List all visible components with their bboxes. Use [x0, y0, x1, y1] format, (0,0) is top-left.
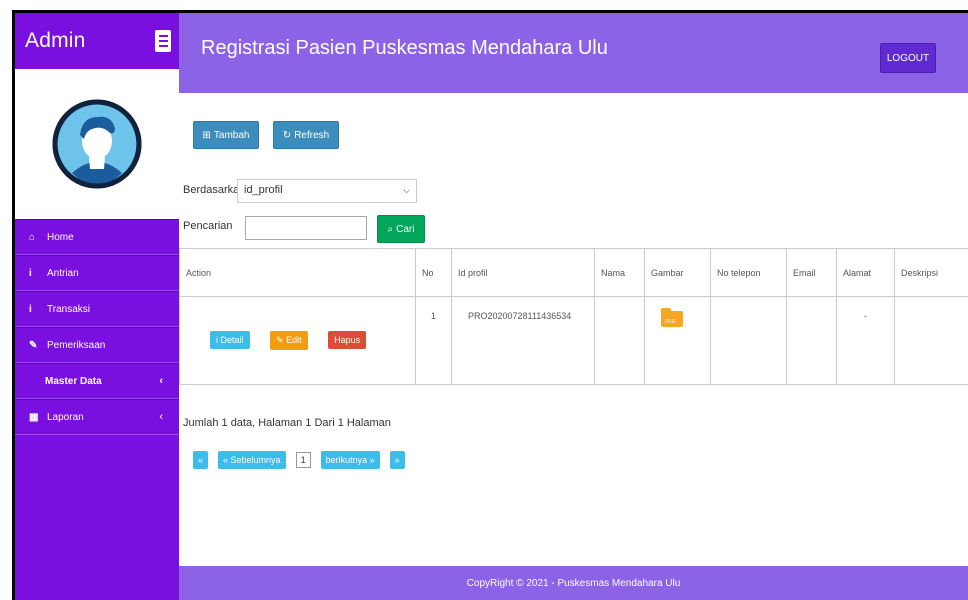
sidebar-item-home[interactable]: ⌂ Home	[15, 219, 179, 255]
column-header: Nama	[594, 248, 645, 297]
footer: CopyRight © 2021 - Puskesmas Mendahara U…	[179, 566, 968, 600]
app-frame: Admin ⌂ Home i Antrian i Transaksi ✎ Pemerik…	[12, 10, 968, 600]
sidebar-item-label: Pemeriksaan	[47, 339, 106, 351]
cell-alamat: -	[836, 296, 895, 385]
first-page-button[interactable]: «	[193, 451, 209, 469]
current-page[interactable]: 1	[295, 452, 311, 468]
refresh-label: Refresh	[294, 129, 330, 141]
column-header: Deskripsi	[894, 248, 968, 297]
edit-icon: ✎	[276, 335, 287, 345]
tambah-label: Tambah	[213, 129, 250, 141]
column-header: Action	[179, 248, 416, 297]
data-table: Action No Id profil Nama Gambar No telep…	[179, 248, 968, 385]
edit-label: Edit	[286, 335, 302, 345]
hapus-button[interactable]: Hapus	[328, 331, 367, 349]
pagination: « « Sebelumnya 1 berikutnya » »	[193, 451, 405, 469]
edit-icon: ✎	[29, 339, 38, 351]
search-label: Pencarian	[183, 220, 233, 232]
page-header: Registrasi Pasien Puskesmas Mendahara Ul…	[179, 13, 968, 93]
calendar-icon: ▦	[29, 411, 39, 423]
filter-select[interactable]: id_profil ⌵	[237, 179, 417, 203]
cell-deskripsi	[894, 296, 968, 385]
logout-button[interactable]: LOGOUT	[880, 43, 936, 73]
search-icon: ⌕	[387, 223, 394, 235]
tambah-button[interactable]: ⊞ Tambah	[193, 121, 259, 149]
search-input[interactable]	[245, 216, 367, 240]
detail-button[interactable]: i Detail	[210, 331, 250, 349]
edit-button[interactable]: ✎ Edit	[270, 331, 308, 350]
cell-no-telepon	[710, 296, 787, 385]
sidebar-item-antrian[interactable]: i Antrian	[15, 255, 179, 291]
action-cell: i Detail ✎ Edit Hapus	[179, 296, 416, 385]
sidebar-nav: ⌂ Home i Antrian i Transaksi ✎ Pemeriksaan M…	[15, 219, 179, 435]
folder-icon[interactable]: FILE	[661, 308, 683, 327]
avatar-panel	[15, 69, 179, 219]
sidebar-item-laporan[interactable]: ▦ Laporan ‹	[15, 399, 179, 435]
menu-toggle-icon[interactable]	[155, 30, 171, 52]
info-icon: i	[29, 303, 32, 315]
sidebar-item-pemeriksaan[interactable]: ✎ Pemeriksaan	[15, 327, 179, 363]
sidebar: Admin ⌂ Home i Antrian i Transaksi ✎ Pemerik…	[15, 13, 179, 600]
avatar	[52, 99, 142, 189]
column-header: Email	[786, 248, 837, 297]
last-page-button[interactable]: »	[389, 451, 405, 469]
sidebar-item-master-data[interactable]: Master Data ‹	[15, 363, 179, 399]
prev-page-button[interactable]: « Sebelumnya	[218, 451, 286, 469]
column-header: Id profil	[451, 248, 595, 297]
home-icon: ⌂	[29, 231, 36, 243]
cell-email	[786, 296, 837, 385]
refresh-icon: ↻	[282, 129, 292, 141]
filter-value: id_profil	[244, 184, 283, 196]
detail-label: Detail	[220, 335, 244, 345]
column-header: No telepon	[710, 248, 787, 297]
sidebar-item-label: Master Data	[45, 375, 102, 387]
column-header: Alamat	[836, 248, 895, 297]
sidebar-item-transaksi[interactable]: i Transaksi	[15, 291, 179, 327]
cell-nama	[594, 296, 645, 385]
sidebar-item-label: Home	[47, 231, 74, 243]
brand-bar: Admin	[15, 13, 179, 69]
sidebar-item-label: Laporan	[47, 411, 84, 423]
cell-gambar: FILE	[644, 296, 711, 385]
chevron-left-icon: ‹	[159, 375, 163, 387]
cell-no: 1	[415, 296, 452, 385]
table-header-row: Action No Id profil Nama Gambar No telep…	[179, 248, 968, 297]
search-button-label: Cari	[396, 223, 415, 235]
refresh-button[interactable]: ↻ Refresh	[273, 121, 339, 149]
cell-id-profil: PRO20200728111436534	[451, 296, 595, 385]
table-row: i Detail ✎ Edit Hapus 1 PRO2020072811143…	[179, 296, 968, 385]
chevron-down-icon: ⌵	[403, 185, 410, 195]
search-button[interactable]: ⌕ Cari	[377, 215, 425, 243]
info-icon: i	[29, 267, 32, 279]
page-title: Registrasi Pasien Puskesmas Mendahara Ul…	[201, 37, 608, 59]
chevron-left-icon: ‹	[159, 411, 163, 423]
sidebar-item-label: Transaksi	[47, 303, 90, 315]
brand-title: Admin	[25, 29, 86, 52]
pagination-summary: Jumlah 1 data, Halaman 1 Dari 1 Halaman	[183, 417, 391, 429]
column-header: No	[415, 248, 452, 297]
column-header: Gambar	[644, 248, 711, 297]
plus-icon: ⊞	[202, 129, 211, 141]
next-page-button[interactable]: berikutnya »	[320, 451, 380, 469]
sidebar-item-label: Antrian	[47, 267, 79, 279]
main-content: ⊞ Tambah ↻ Refresh Berdasarkan: id_profi…	[179, 93, 968, 566]
